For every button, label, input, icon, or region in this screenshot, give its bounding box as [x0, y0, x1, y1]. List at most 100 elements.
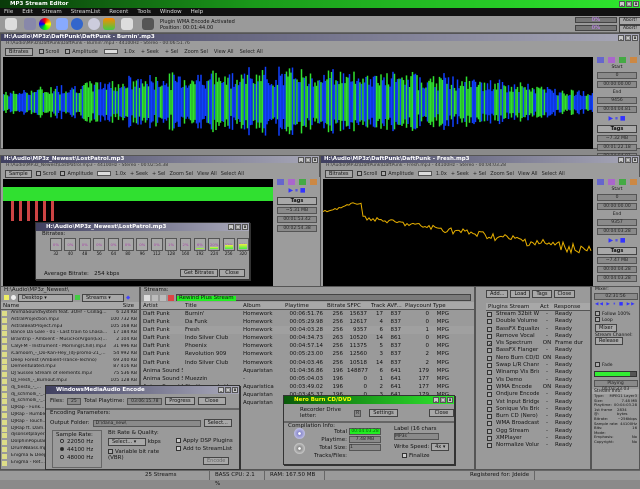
close-button[interactable]: x [447, 397, 453, 403]
seek-button[interactable]: + Seek [451, 171, 469, 177]
start-frame-input[interactable]: 0 [597, 194, 637, 201]
filter-select[interactable]: Streams ▾ [82, 294, 124, 302]
amplitude-checkbox[interactable]: Amplitude [60, 171, 93, 177]
add-to-list-checkbox[interactable]: Add to StreamList [176, 446, 232, 452]
play-controls[interactable]: ▶ ⏸ ■ [288, 187, 305, 195]
start-icon[interactable] [597, 179, 604, 185]
view-all-button[interactable]: View All [518, 171, 538, 177]
close-button[interactable]: x [632, 35, 638, 41]
checkbox[interactable] [357, 171, 362, 176]
menu-file[interactable]: File [4, 8, 13, 16]
radio[interactable] [60, 447, 64, 451]
stream-row[interactable]: Anima Sound SystemAquaristan01:04:36.861… [141, 367, 474, 375]
maximize-button[interactable]: □ [225, 387, 231, 393]
radio[interactable] [60, 439, 64, 443]
minimize-button[interactable]: _ [218, 387, 224, 393]
plugin-item[interactable]: Sonique Vis Bridge-Ready [486, 406, 590, 413]
refresh-icon[interactable] [75, 295, 80, 300]
file-item[interactable]: AnimaSoundSystem feat. 3OH! - Csillag...… [1, 310, 139, 317]
stream-row[interactable]: Daft PunkIndo Silver ClubHomework00:04:3… [141, 334, 474, 342]
col-title[interactable]: Title [183, 302, 241, 309]
burn-disc-icon[interactable] [294, 443, 305, 454]
plugin-checkbox[interactable] [487, 319, 492, 324]
scroll-checkbox[interactable]: Scroll [36, 171, 57, 177]
plugin-item[interactable]: Stream 32bit WAV-Ready [486, 311, 590, 318]
close-button[interactable]: x [242, 224, 248, 230]
col-plugin[interactable]: Plugins Stream [486, 303, 538, 310]
view-all-button[interactable]: View All [197, 171, 217, 177]
stream-row[interactable]: Daft PunkRevolution 909Homework00:05:23.… [141, 350, 474, 358]
col-sfpc[interactable]: SFPC [345, 302, 369, 309]
sel-button[interactable]: + Sel [152, 171, 165, 177]
menu-tools[interactable]: Tools [137, 8, 151, 16]
bitrates-close-button[interactable]: Close [219, 269, 245, 277]
new-list-icon[interactable] [144, 295, 150, 301]
tags-button[interactable]: Tags [277, 197, 317, 205]
abort-button-1[interactable]: Abort! [619, 17, 640, 25]
tags-button[interactable]: Tags [597, 247, 637, 255]
copy-icon[interactable] [299, 179, 306, 185]
cut-icon[interactable] [310, 179, 317, 185]
checkbox[interactable] [39, 49, 44, 54]
end-icon[interactable] [608, 57, 615, 63]
plugin-item[interactable]: Burn CD (Nero)-Ready [486, 413, 590, 420]
stream-row[interactable]: Daft PunkIndo Silver ClubHomework00:04:0… [141, 359, 474, 367]
sel-button[interactable]: + Sel [165, 49, 178, 55]
plugin-item[interactable]: Nero Burn CD/DVDONReady [486, 355, 590, 362]
plugin-checkbox[interactable] [487, 414, 492, 419]
view-all-button[interactable]: View All [214, 49, 234, 55]
select-all-button[interactable]: Select All [221, 171, 244, 177]
plugin-item[interactable]: Ondjure Encode-Ready [486, 391, 590, 398]
start-icon[interactable] [597, 57, 604, 63]
cut-icon[interactable] [630, 57, 637, 63]
minimize-button[interactable]: _ [618, 35, 624, 41]
select-folder-button[interactable]: Select... [204, 419, 232, 427]
checkbox[interactable] [65, 49, 70, 54]
mixer-button[interactable]: Mixer [595, 324, 617, 332]
maximize-button[interactable]: □ [626, 1, 632, 7]
plugin-checkbox[interactable] [487, 334, 492, 339]
plugin-item[interactable]: Ogg Stream-Ready [486, 428, 590, 435]
col-size[interactable]: Size [104, 302, 134, 309]
drive-select[interactable]: Desktop ▾ [18, 294, 73, 302]
select-all-button[interactable]: Select All [542, 171, 565, 177]
transport-controls[interactable]: ◀◀ ▶ ⏸ ■ ▶▶ [592, 301, 639, 307]
color-wheel-icon[interactable] [39, 18, 51, 30]
copy-icon[interactable] [619, 179, 626, 185]
go-up-icon[interactable]: ◆ [126, 295, 130, 301]
seek-button[interactable]: + Seek [130, 171, 148, 177]
plugin-item[interactable]: BassFX Equalizer-Ready [486, 326, 590, 333]
select-all-button[interactable]: Select All [240, 49, 263, 55]
file-item[interactable]: Dementulated.mp387 416 KB [1, 364, 139, 371]
loop-checkbox[interactable]: Loop [592, 317, 639, 323]
add-plugin-button[interactable]: Add... [486, 290, 508, 298]
file-item[interactable]: AstralBeatProject.mp3105 168 KB [1, 324, 139, 331]
menu-stream[interactable]: Stream [42, 8, 62, 16]
close-button[interactable]: x [633, 1, 639, 7]
plugin-checkbox[interactable] [487, 370, 492, 375]
col-playtime[interactable]: Playtime [283, 302, 325, 309]
close-button[interactable]: x [632, 157, 638, 163]
heart-icon[interactable] [168, 295, 174, 301]
plugin-checkbox[interactable] [487, 429, 492, 434]
waveform-canvas[interactable] [323, 179, 593, 289]
checkbox[interactable] [36, 171, 41, 176]
minimize-button[interactable]: _ [618, 157, 624, 163]
close-plugin-button[interactable]: Close [554, 290, 576, 298]
start-icon[interactable] [277, 179, 284, 185]
output-folder-input[interactable]: D:\dana_new\ [93, 420, 201, 427]
amplitude-slider[interactable] [418, 171, 432, 176]
scroll-checkbox[interactable]: Scroll [39, 49, 60, 55]
col-track[interactable]: Track [369, 302, 385, 309]
file-item[interactable]: Braintrip - Ambient - MusicForArgon(Ex).… [1, 337, 139, 344]
file-item[interactable]: Bance Da Gale - 01 - Last train to Lhasa… [1, 330, 139, 337]
finalize-checkbox[interactable]: Finalize [402, 453, 429, 459]
minimize-button[interactable]: _ [433, 397, 439, 403]
radio[interactable] [60, 455, 64, 459]
stream-row[interactable]: Daft PunkBurnin'Homework00:06:51.7625615… [141, 310, 474, 318]
plugin-icon[interactable] [103, 18, 115, 30]
new-file-icon[interactable] [5, 18, 17, 30]
col-type[interactable]: Type [431, 302, 451, 309]
load-plugin-button[interactable]: Load [510, 290, 530, 298]
file-item[interactable]: iCamoom_-_Do-Kan-Hey_(dj-promo-21_...54 … [1, 351, 139, 358]
